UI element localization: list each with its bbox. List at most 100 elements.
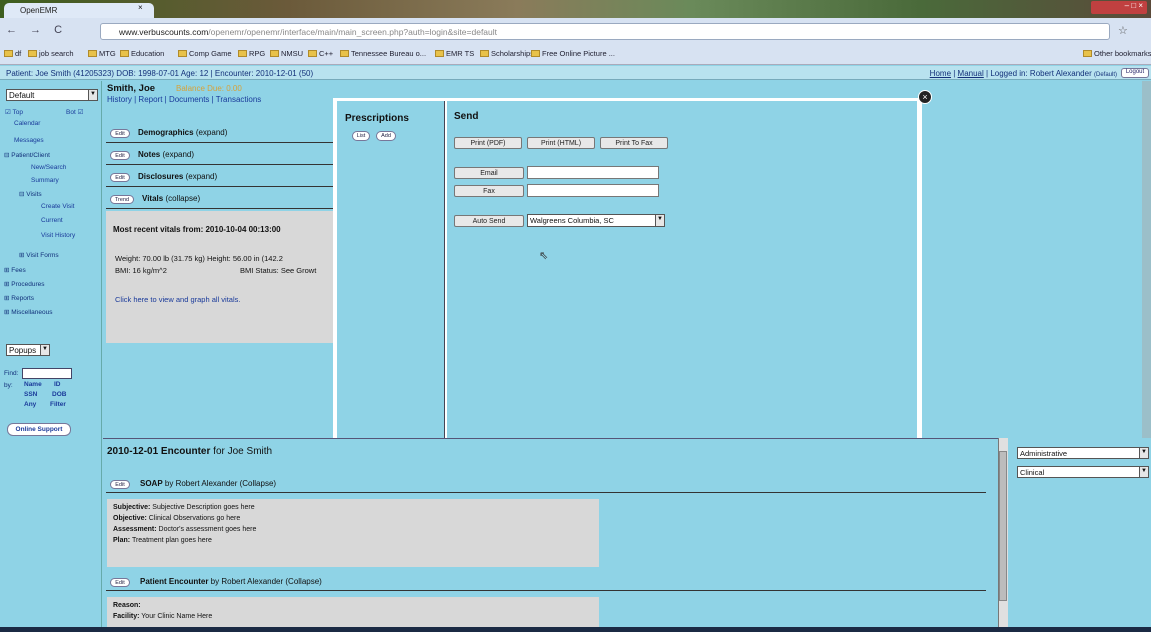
patient-header-line[interactable]: Patient: Joe Smith (41205323) DOB: 1998-…: [6, 69, 313, 78]
url-field[interactable]: www.verbuscounts.com/openemr/openemr/int…: [100, 23, 1110, 40]
print-to-fax-button[interactable]: Print To Fax: [600, 137, 668, 149]
encounter-scroll-thumb[interactable]: [999, 451, 1007, 601]
layout-select[interactable]: Default ▼: [6, 89, 98, 101]
manual-link[interactable]: Manual: [958, 69, 984, 78]
popups-select[interactable]: Popups ▼: [6, 344, 50, 356]
soap-objective: Objective: Clinical Observations go here: [113, 515, 241, 522]
find-by-any[interactable]: Any: [24, 401, 36, 408]
print-html-button[interactable]: Print (HTML): [527, 137, 595, 149]
prescriptions-title: Prescriptions: [345, 113, 409, 124]
administrative-select[interactable]: Administrative ▼: [1017, 447, 1149, 459]
bookmark-item[interactable]: C++: [308, 49, 333, 58]
add-button[interactable]: Add: [376, 131, 396, 141]
soap-section-header: Edit SOAP by Robert Alexander (Collapse): [106, 475, 986, 493]
bookmark-item[interactable]: Comp Game: [178, 49, 232, 58]
fax-button[interactable]: Fax: [454, 185, 524, 197]
edit-button[interactable]: Edit: [110, 129, 130, 138]
folder-icon: [531, 50, 540, 57]
browser-tab[interactable]: OpenEMR: [4, 3, 154, 18]
find-filter[interactable]: Filter: [50, 401, 66, 408]
nav-buttons[interactable]: ← → C: [6, 24, 67, 36]
section-title[interactable]: Demographics (expand): [138, 128, 227, 137]
logged-in-text: | Logged in: Robert Alexander: [986, 69, 1092, 78]
find-by-dob[interactable]: DOB: [52, 391, 66, 398]
nav-visits[interactable]: ⊟ Visits: [19, 190, 42, 198]
nav-visit-forms[interactable]: ⊞ Visit Forms: [19, 251, 59, 259]
default-label: (Default): [1093, 72, 1117, 78]
bookmark-item[interactable]: Tennessee Bureau o...: [340, 49, 426, 58]
edit-button[interactable]: Edit: [110, 480, 130, 489]
bookmark-item[interactable]: job search: [28, 49, 74, 58]
trend-button[interactable]: Trend: [110, 195, 134, 204]
edit-button[interactable]: Edit: [110, 578, 130, 587]
nav-miscellaneous[interactable]: ⊞ Miscellaneous: [4, 308, 52, 316]
find-input[interactable]: [22, 368, 72, 379]
bookmark-item[interactable]: RPG: [238, 49, 265, 58]
chevron-down-icon: ▼: [1139, 448, 1148, 458]
bookmark-star-icon[interactable]: ☆: [1118, 24, 1128, 37]
nav-current[interactable]: Current: [41, 217, 63, 224]
nav-procedures[interactable]: ⊞ Procedures: [4, 280, 45, 288]
nav-visit-history[interactable]: Visit History: [41, 232, 75, 239]
nav-patient-client[interactable]: ⊟ Patient/Client: [4, 151, 50, 159]
nav-create-visit[interactable]: Create Visit: [41, 203, 74, 210]
auto-send-button[interactable]: Auto Send: [454, 215, 524, 227]
right-panel: Administrative ▼ Clinical ▼: [1012, 438, 1151, 632]
mouse-cursor-icon: ⇖: [539, 250, 549, 262]
folder-icon: [1083, 50, 1092, 57]
fax-field[interactable]: [527, 184, 659, 197]
patient-tabs[interactable]: History | Report | Documents | Transacti…: [107, 95, 261, 104]
section-title[interactable]: Disclosures (expand): [138, 172, 217, 181]
top-checkbox[interactable]: ☑ Top: [5, 108, 23, 116]
other-bookmarks[interactable]: Other bookmarks: [1083, 49, 1151, 58]
soap-title[interactable]: SOAP by Robert Alexander (Collapse): [140, 479, 276, 488]
balance-due: Balance Due: 0.00: [176, 84, 242, 93]
nav-reports[interactable]: ⊞ Reports: [4, 294, 34, 302]
section-title[interactable]: Notes (expand): [138, 150, 194, 159]
print-pdf-button[interactable]: Print (PDF): [454, 137, 522, 149]
close-icon[interactable]: ×: [918, 90, 932, 104]
pharmacy-select[interactable]: Walgreens Columbia, SC ▼: [527, 214, 665, 227]
bookmark-item[interactable]: NMSU: [270, 49, 303, 58]
home-link[interactable]: Home: [930, 69, 951, 78]
bookmark-item[interactable]: Education: [120, 49, 164, 58]
nav-fees[interactable]: ⊞ Fees: [4, 266, 26, 274]
vitals-recent: Most recent vitals from: 2010-10-04 00:1…: [113, 225, 281, 234]
section-vitals: Trend Vitals (collapse): [106, 189, 334, 209]
nav-summary[interactable]: Summary: [31, 177, 59, 184]
patient-encounter-title[interactable]: Patient Encounter by Robert Alexander (C…: [140, 577, 322, 586]
find-by-name[interactable]: Name: [24, 381, 42, 388]
nav-messages[interactable]: Messages: [14, 137, 44, 144]
tab-close-icon[interactable]: ×: [138, 3, 143, 12]
bookmark-item[interactable]: df: [4, 49, 21, 58]
bookmark-item[interactable]: MTG: [88, 49, 116, 58]
clinical-select[interactable]: Clinical ▼: [1017, 466, 1149, 478]
folder-icon: [270, 50, 279, 57]
nav-calendar[interactable]: Calendar: [14, 120, 40, 127]
bookmark-item[interactable]: EMR TS: [435, 49, 474, 58]
find-by-id[interactable]: ID: [54, 381, 61, 388]
soap-assessment: Assessment: Doctor's assessment goes her…: [113, 526, 257, 533]
email-field[interactable]: [527, 166, 659, 179]
bookmark-item[interactable]: Scholarships: [480, 49, 534, 58]
vitals-bmi: BMI: 16 kg/m^2: [115, 266, 167, 275]
window-controls[interactable]: – □ ×: [1091, 1, 1147, 14]
bookmark-item[interactable]: Free Online Picture ...: [531, 49, 615, 58]
send-title: Send: [454, 111, 479, 122]
bot-checkbox[interactable]: Bot ☑: [66, 108, 83, 116]
email-button[interactable]: Email: [454, 167, 524, 179]
find-by-ssn[interactable]: SSN: [24, 391, 37, 398]
nav-new-search[interactable]: New/Search: [31, 164, 66, 171]
encounter-facility: Facility: Your Clinic Name Here: [113, 613, 213, 620]
chevron-down-icon: ▼: [40, 345, 49, 355]
folder-icon: [88, 50, 97, 57]
section-title[interactable]: Vitals (collapse): [142, 194, 200, 203]
online-support-button[interactable]: Online Support: [7, 423, 71, 436]
list-button[interactable]: List: [352, 131, 370, 141]
edit-button[interactable]: Edit: [110, 151, 130, 160]
logout-button[interactable]: Logout: [1121, 68, 1149, 78]
url-host: www.verbuscounts.com: [119, 27, 209, 37]
edit-button[interactable]: Edit: [110, 173, 130, 182]
encounter-reason: Reason:: [113, 602, 141, 609]
vitals-graph-link[interactable]: Click here to view and graph all vitals.: [115, 295, 240, 304]
